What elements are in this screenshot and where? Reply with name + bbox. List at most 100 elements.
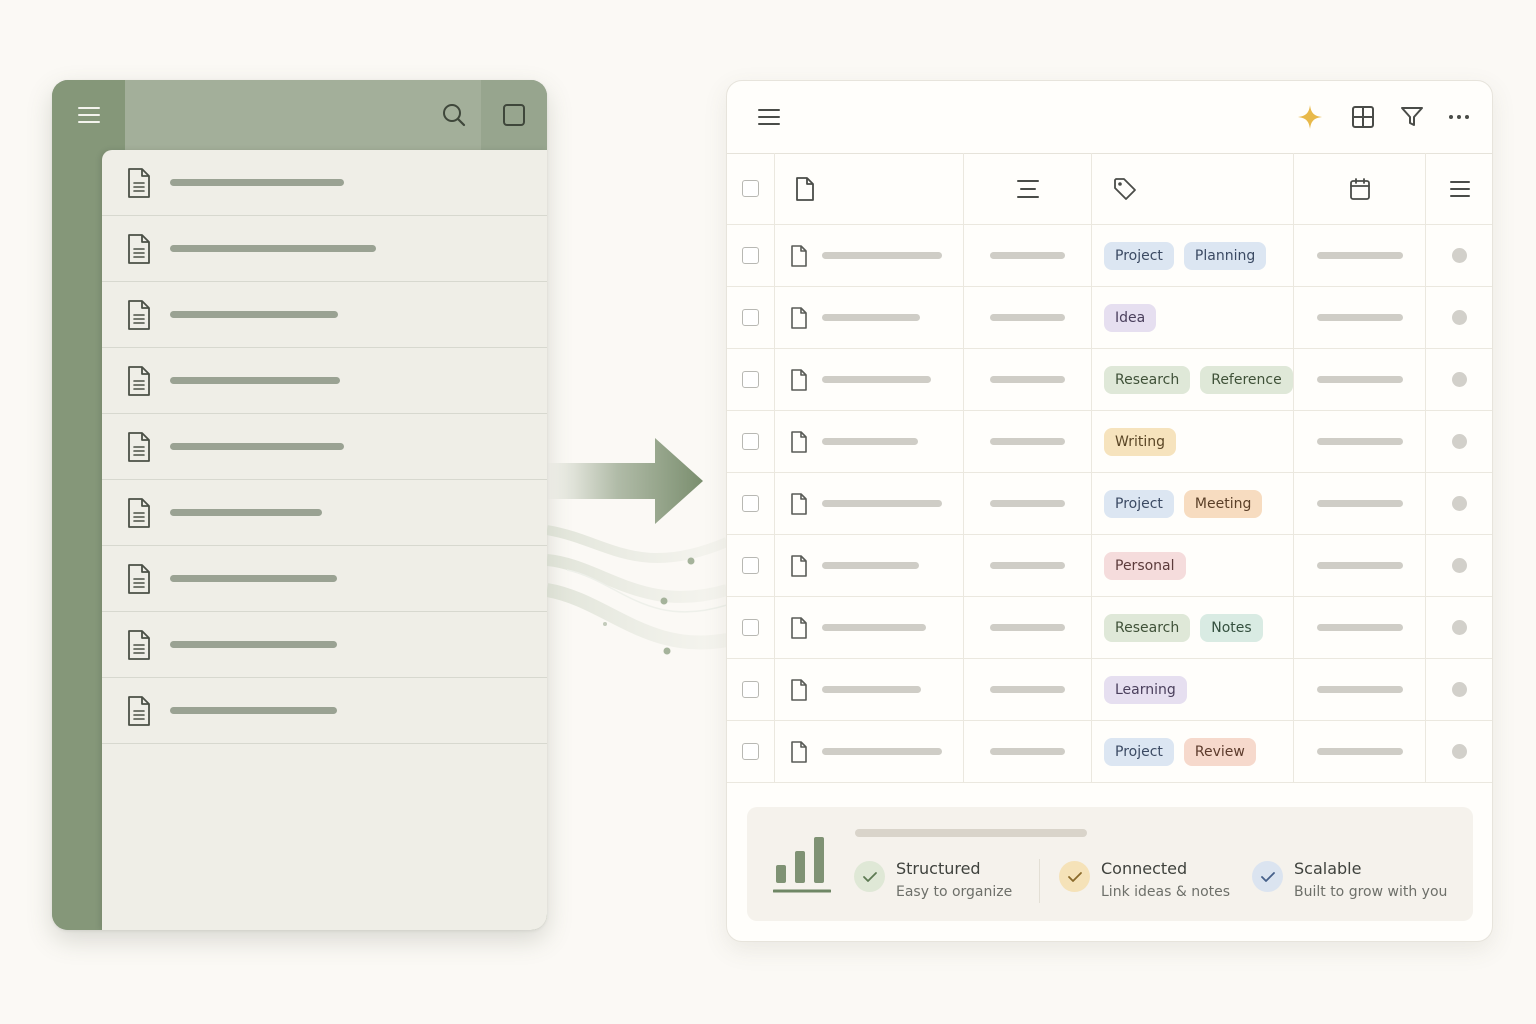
name-cell[interactable] (774, 287, 964, 348)
date-cell[interactable] (1294, 473, 1426, 534)
date-cell[interactable] (1294, 225, 1426, 286)
tag-chip[interactable]: Learning (1104, 675, 1187, 704)
status-dot[interactable] (1452, 310, 1467, 325)
tags-cell[interactable]: Learning (1091, 659, 1294, 720)
row-checkbox[interactable] (742, 743, 759, 760)
date-cell[interactable] (1294, 535, 1426, 596)
row-checkbox[interactable] (742, 309, 759, 326)
text-cell[interactable] (964, 225, 1092, 286)
tag-chip[interactable]: Research (1104, 613, 1191, 642)
header-name-cell[interactable] (774, 153, 964, 224)
status-dot[interactable] (1452, 558, 1467, 573)
row-checkbox[interactable] (742, 619, 759, 636)
date-cell[interactable] (1294, 349, 1426, 410)
tag-chip[interactable]: Reference (1200, 365, 1293, 394)
document-list-item[interactable] (102, 348, 547, 414)
tags-cell[interactable]: Project Planning (1091, 225, 1294, 286)
document-list-item[interactable] (102, 150, 547, 216)
table-row[interactable]: Research Notes (727, 597, 1492, 659)
tags-cell[interactable]: Writing (1091, 411, 1294, 472)
row-checkbox[interactable] (742, 247, 759, 264)
row-checkbox[interactable] (742, 371, 759, 388)
tag-chip[interactable]: Project (1104, 737, 1174, 766)
status-dot[interactable] (1452, 496, 1467, 511)
name-cell[interactable] (774, 473, 964, 534)
status-dot[interactable] (1452, 620, 1467, 635)
text-cell[interactable] (964, 349, 1092, 410)
tags-cell[interactable]: Project Meeting (1091, 473, 1294, 534)
header-tags-cell[interactable] (1091, 153, 1294, 224)
left-menu-button[interactable] (52, 80, 125, 150)
status-dot[interactable] (1452, 248, 1467, 263)
table-row[interactable]: Project Meeting (727, 473, 1492, 535)
document-list-item[interactable] (102, 480, 547, 546)
row-checkbox[interactable] (742, 681, 759, 698)
date-cell[interactable] (1294, 411, 1426, 472)
tags-cell[interactable]: Project Review (1091, 721, 1294, 782)
name-cell[interactable] (774, 225, 964, 286)
table-row[interactable]: Idea (727, 287, 1492, 349)
document-list-item[interactable] (102, 612, 547, 678)
status-dot[interactable] (1452, 434, 1467, 449)
name-cell[interactable] (774, 349, 964, 410)
tags-cell[interactable]: Research Reference (1091, 349, 1294, 410)
table-row[interactable]: Writing (727, 411, 1492, 473)
text-cell[interactable] (964, 287, 1092, 348)
header-status-cell[interactable] (1425, 153, 1492, 224)
header-date-cell[interactable] (1294, 153, 1426, 224)
status-dot[interactable] (1452, 682, 1467, 697)
name-cell[interactable] (774, 411, 964, 472)
select-all-checkbox[interactable] (742, 180, 759, 197)
tags-cell[interactable]: Personal (1091, 535, 1294, 596)
tag-chip[interactable]: Writing (1104, 427, 1176, 456)
table-row[interactable]: Learning (727, 659, 1492, 721)
name-cell[interactable] (774, 659, 964, 720)
table-row[interactable]: Personal (727, 535, 1492, 597)
name-cell[interactable] (774, 535, 964, 596)
name-cell[interactable] (774, 597, 964, 658)
date-cell[interactable] (1294, 721, 1426, 782)
document-list-item[interactable] (102, 678, 547, 744)
tag-chip[interactable]: Planning (1183, 241, 1267, 270)
filter-button[interactable] (1394, 99, 1430, 135)
date-cell[interactable] (1294, 659, 1426, 720)
tag-chip[interactable]: Review (1183, 737, 1256, 766)
text-cell[interactable] (964, 473, 1092, 534)
tag-chip[interactable]: Meeting (1183, 489, 1263, 518)
document-list-item[interactable] (102, 414, 547, 480)
row-checkbox[interactable] (742, 557, 759, 574)
date-cell[interactable] (1294, 287, 1426, 348)
tag-chip[interactable]: Personal (1104, 551, 1186, 580)
ai-sparkle-button[interactable] (1292, 99, 1328, 135)
tags-cell[interactable]: Idea (1091, 287, 1294, 348)
document-list-item[interactable] (102, 282, 547, 348)
text-cell[interactable] (964, 411, 1092, 472)
row-checkbox[interactable] (742, 433, 759, 450)
tag-chip[interactable]: Project (1104, 241, 1174, 270)
header-text-cell[interactable] (964, 153, 1092, 224)
tag-chip[interactable]: Project (1104, 489, 1174, 518)
table-row[interactable]: Research Reference (727, 349, 1492, 411)
name-cell[interactable] (774, 721, 964, 782)
text-cell[interactable] (964, 659, 1092, 720)
text-cell[interactable] (964, 721, 1092, 782)
tag-chip[interactable]: Research (1104, 365, 1191, 394)
more-options-button[interactable] (1441, 99, 1477, 135)
table-row[interactable]: Project Review (727, 721, 1492, 783)
document-list-item[interactable] (102, 216, 547, 282)
left-square-button[interactable] (481, 80, 547, 150)
tag-chip[interactable]: Idea (1104, 303, 1157, 332)
status-dot[interactable] (1452, 372, 1467, 387)
text-cell[interactable] (964, 535, 1092, 596)
document-list-item[interactable] (102, 546, 547, 612)
grid-view-button[interactable] (1345, 99, 1381, 135)
row-checkbox[interactable] (742, 495, 759, 512)
text-cell[interactable] (964, 597, 1092, 658)
date-cell[interactable] (1294, 597, 1426, 658)
tag-chip[interactable]: Notes (1200, 613, 1263, 642)
left-search-button[interactable] (435, 96, 473, 134)
tags-cell[interactable]: Research Notes (1091, 597, 1294, 658)
status-dot[interactable] (1452, 744, 1467, 759)
right-menu-button[interactable] (751, 99, 787, 135)
table-row[interactable]: Project Planning (727, 225, 1492, 287)
